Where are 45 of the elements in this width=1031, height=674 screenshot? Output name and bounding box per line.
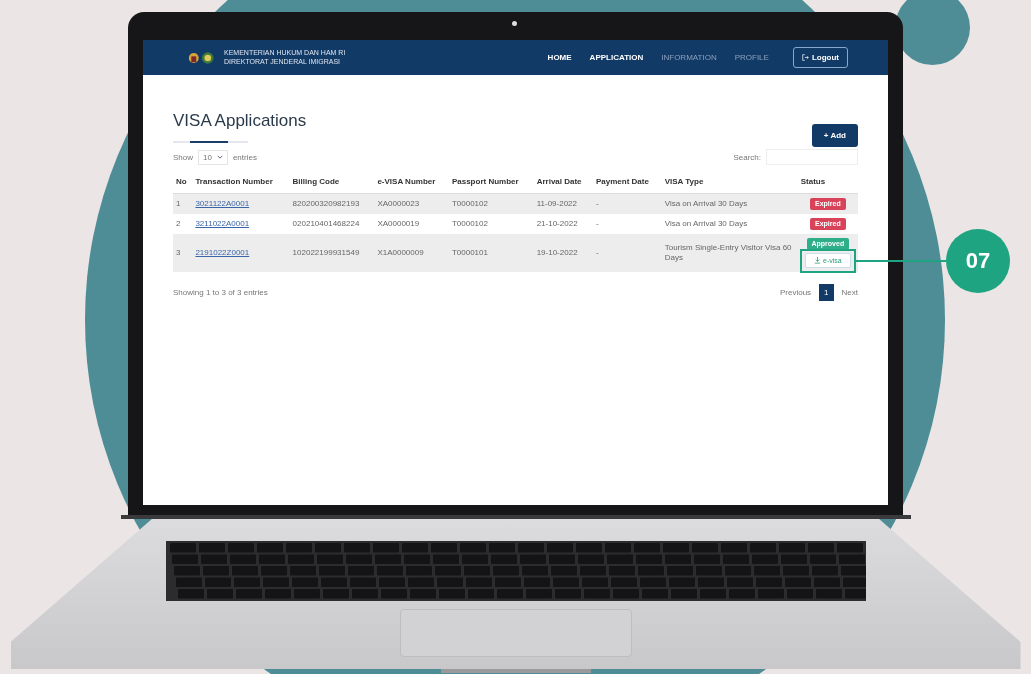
- column-header[interactable]: Billing Code: [289, 173, 375, 194]
- transaction-link[interactable]: 3021122A0001: [192, 193, 290, 214]
- column-header[interactable]: Payment Date: [593, 173, 662, 194]
- show-label: Show: [173, 152, 193, 162]
- page-title: VISA Applications: [173, 111, 307, 131]
- callout-number: 07: [946, 229, 1010, 293]
- column-header[interactable]: Passport Number: [448, 173, 534, 194]
- table-cell: Visa on Arrival 30 Days: [661, 214, 798, 234]
- table-cell: -: [593, 234, 662, 272]
- logout-button[interactable]: Logout: [792, 47, 848, 68]
- column-header[interactable]: Arrival Date: [533, 173, 593, 194]
- table-cell: 020210401468224: [289, 214, 375, 234]
- previous-link[interactable]: Previous: [779, 288, 812, 297]
- entries-label: entries: [232, 152, 257, 162]
- table-cell: 19-10-2022: [533, 234, 593, 272]
- nav-link[interactable]: APPLICATION: [589, 53, 644, 62]
- table-cell: 1: [173, 193, 193, 214]
- table-cell: T0000101: [448, 234, 534, 272]
- table-cell: XA0000019: [374, 214, 449, 234]
- column-header[interactable]: VISA Type: [661, 173, 798, 194]
- column-header[interactable]: Status: [797, 173, 858, 194]
- add-button[interactable]: + Add: [811, 124, 858, 147]
- nav-link[interactable]: INFORMATION: [661, 53, 717, 62]
- nav-link[interactable]: HOME: [547, 53, 572, 62]
- column-header[interactable]: Transaction Number: [192, 173, 290, 194]
- entries-summary: Showing 1 to 3 of 3 entries: [173, 288, 268, 297]
- search-label: Search:: [733, 152, 761, 162]
- table-cell: X1A0000009: [374, 234, 449, 272]
- transaction-link[interactable]: 3211022A0001: [192, 214, 290, 234]
- table-cell: 102022199931549: [289, 234, 375, 272]
- table-cell: 21-10-2022: [533, 214, 593, 234]
- column-header[interactable]: No: [173, 173, 193, 194]
- table-cell: XA0000023: [374, 193, 449, 214]
- table-cell: T0000102: [448, 214, 534, 234]
- column-header[interactable]: e-VISA Number: [374, 173, 449, 194]
- table-cell: 2: [173, 214, 193, 234]
- table-cell: Tourism Single-Entry Visitor Visa 60 Days: [661, 234, 798, 272]
- page-link[interactable]: 1: [819, 284, 834, 301]
- nav-link[interactable]: PROFILE: [734, 53, 769, 62]
- transaction-link[interactable]: 2191022Z0001: [192, 234, 290, 272]
- table-cell: 3: [173, 234, 193, 272]
- page-size-select[interactable]: 10: [198, 149, 228, 165]
- next-link[interactable]: Next: [841, 288, 858, 297]
- table-cell: -: [593, 193, 662, 214]
- table-cell: -: [593, 214, 662, 234]
